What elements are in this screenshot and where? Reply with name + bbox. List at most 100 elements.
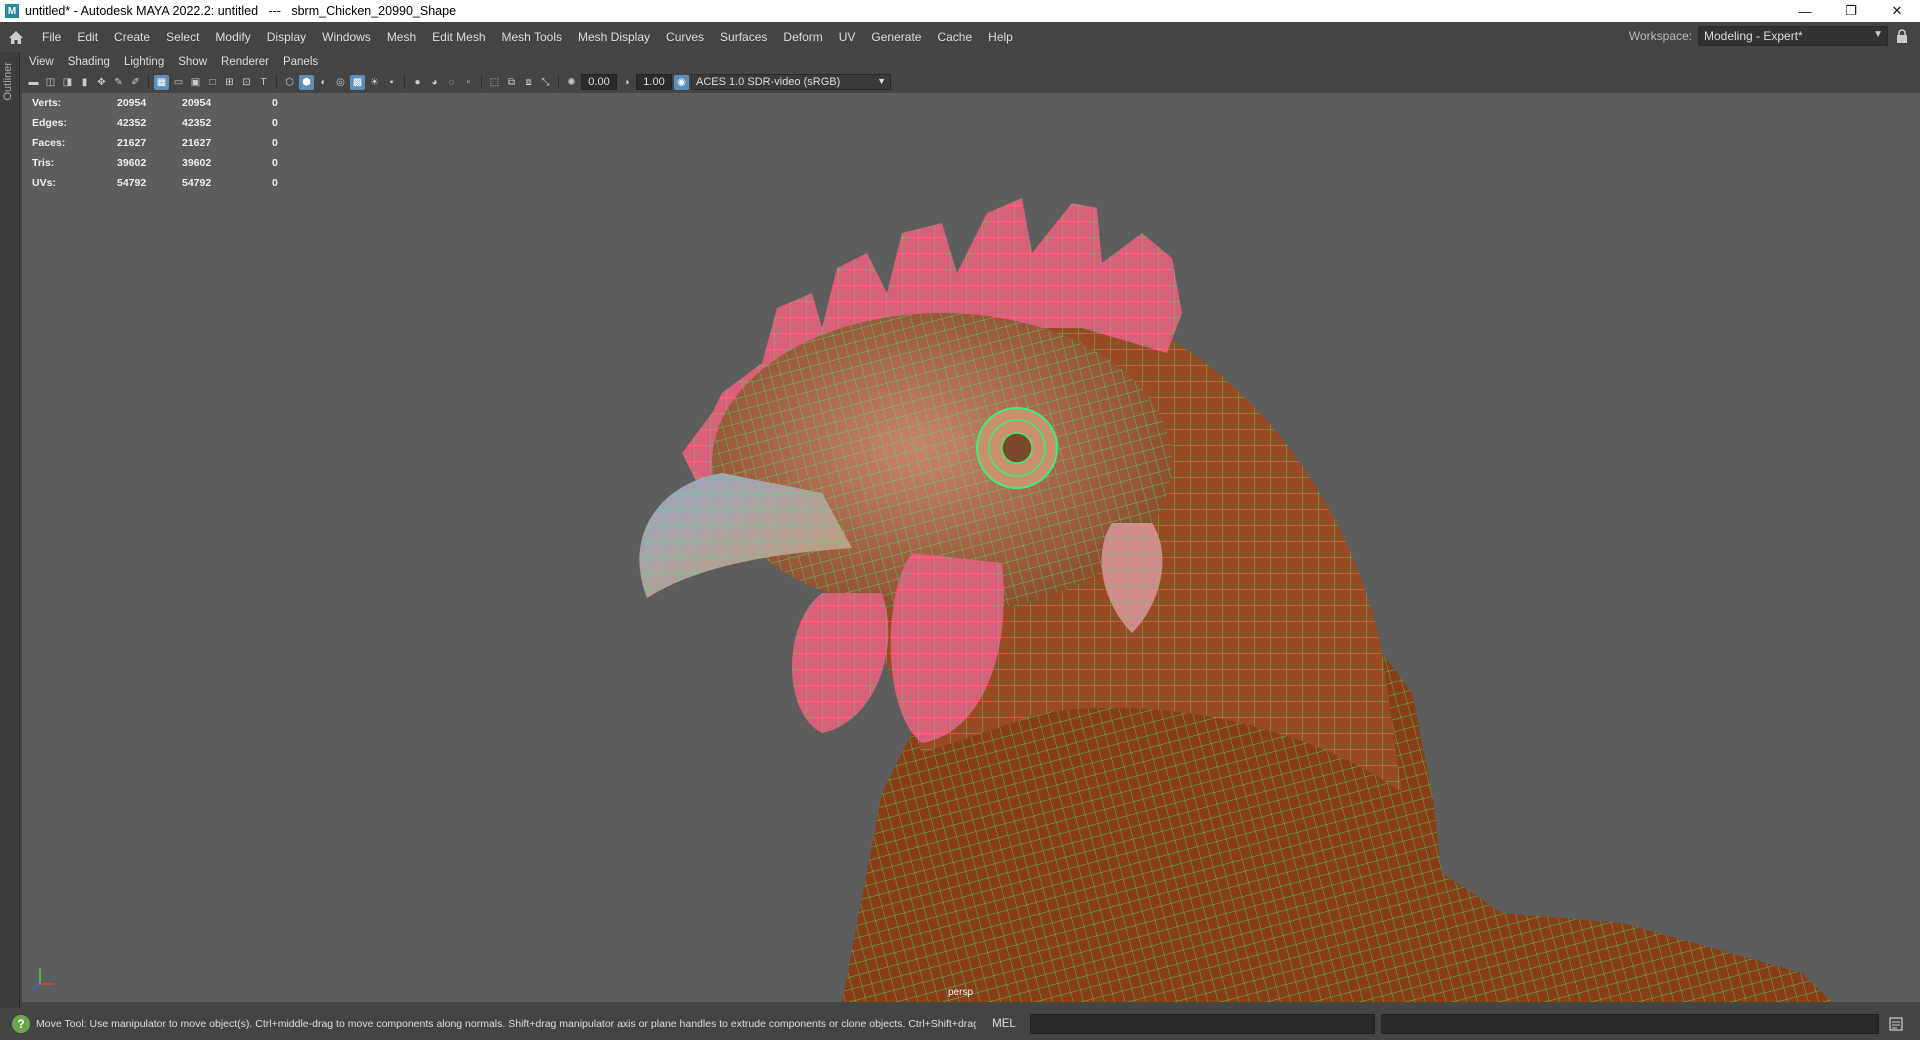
resolution-gate-icon[interactable]: ▣ [188, 75, 203, 90]
menu-create[interactable]: Create [106, 22, 158, 52]
command-result-field [1381, 1014, 1879, 1034]
pencil-icon[interactable]: ✐ [128, 75, 143, 90]
menu-help[interactable]: Help [980, 22, 1021, 52]
panel-menu-renderer[interactable]: Renderer [214, 56, 276, 68]
menu-mesh-display[interactable]: Mesh Display [570, 22, 658, 52]
menu-display[interactable]: Display [259, 22, 314, 52]
use-default-material-icon[interactable]: ◐ [316, 75, 331, 90]
hud-label: Faces: [32, 137, 66, 149]
bookmarks-icon[interactable]: ◨ [60, 75, 75, 90]
use-all-lights-icon[interactable]: ☀ [367, 75, 382, 90]
gamma-field[interactable]: 1.00 [636, 74, 672, 90]
exposure-field[interactable]: 0.00 [581, 74, 617, 90]
menu-edit[interactable]: Edit [69, 22, 106, 52]
lock-icon[interactable] [1894, 27, 1910, 45]
camera-attributes-icon[interactable]: ◫ [43, 75, 58, 90]
view-transform-value: ACES 1.0 SDR-video (sRGB) [696, 76, 841, 88]
menu-edit-mesh[interactable]: Edit Mesh [424, 22, 493, 52]
view-axis-icon [28, 962, 58, 992]
minimize-button[interactable]: — [1782, 0, 1828, 22]
hud-label: Tris: [32, 157, 55, 169]
home-icon[interactable] [6, 28, 26, 46]
toolbar-separator [558, 75, 559, 89]
panel-toolbar: ▬ ◫ ◨ ▮ ✥ ✎ ✐ ▦ ▭ ▣ □ ⊞ ⊡ T ⬡ ⬢ ◐ ◎ ▩ ☀ … [22, 72, 1920, 92]
menu-curves[interactable]: Curves [658, 22, 712, 52]
hud-label: Verts: [32, 97, 62, 109]
hud-value: 20954 [117, 97, 147, 109]
view-transform-dropdown[interactable]: ACES 1.0 SDR-video (sRGB) ▼ [691, 74, 891, 90]
hud-row-faces: Faces: 21627 21627 0 [32, 133, 292, 153]
menu-mesh[interactable]: Mesh [379, 22, 424, 52]
menu-modify[interactable]: Modify [207, 22, 258, 52]
shadows-icon[interactable]: ▪ [384, 75, 399, 90]
grid-icon[interactable]: ▦ [154, 74, 169, 90]
menu-uv[interactable]: UV [831, 22, 864, 52]
hud-value: 54792 [117, 177, 147, 189]
menu-mesh-tools[interactable]: Mesh Tools [494, 22, 570, 52]
toolbar-separator [481, 75, 482, 89]
hud-value: 0 [272, 137, 278, 149]
isolate-select-icon[interactable]: ⬚ [487, 75, 502, 90]
select-camera-icon[interactable]: ▬ [26, 75, 41, 90]
help-line-text: Move Tool: Use manipulator to move objec… [36, 1018, 976, 1030]
help-icon[interactable]: ? [12, 1015, 30, 1033]
menu-file[interactable]: File [34, 22, 69, 52]
hud-value: 39602 [182, 157, 212, 169]
ambient-occlusion-icon[interactable]: ● [410, 75, 425, 90]
menu-generate[interactable]: Generate [863, 22, 929, 52]
hud-value: 21627 [117, 137, 147, 149]
safe-action-icon[interactable]: ⊡ [239, 75, 254, 90]
close-button[interactable]: ✕ [1874, 0, 1920, 22]
perspective-viewport[interactable]: Verts: 20954 20954 0 Edges: 42352 42352 … [22, 93, 1920, 1002]
field-chart-icon[interactable]: ⊞ [222, 75, 237, 90]
color-management-icon[interactable]: ◉ [674, 74, 689, 90]
script-editor-icon[interactable] [1887, 1015, 1905, 1033]
wireframe-on-shaded-icon[interactable]: ◎ [333, 75, 348, 90]
poly-count-hud: Verts: 20954 20954 0 Edges: 42352 42352 … [32, 93, 292, 193]
workspace-selector-group: Workspace: Modeling - Expert* ▼ [1629, 26, 1910, 46]
depth-of-field-icon[interactable]: ▫ [461, 75, 476, 90]
panel-menu-show[interactable]: Show [171, 56, 214, 68]
hud-value: 39602 [117, 157, 147, 169]
panel-menu-panels[interactable]: Panels [276, 56, 325, 68]
hud-value: 0 [272, 97, 278, 109]
film-gate-icon[interactable]: ▭ [171, 75, 186, 90]
multisample-aa-icon[interactable]: ◌ [444, 75, 459, 90]
script-language-toggle[interactable]: MEL [984, 1018, 1024, 1030]
x-ray-joints-icon[interactable]: ⤡ [538, 75, 553, 90]
menu-select[interactable]: Select [158, 22, 207, 52]
outliner-collapsed-strip[interactable]: Outliner [0, 52, 20, 1008]
panel-menu-view[interactable]: View [22, 56, 61, 68]
hud-value: 0 [272, 117, 278, 129]
command-input[interactable] [1030, 1014, 1375, 1034]
gamma-icon[interactable]: ◑ [619, 75, 634, 90]
menu-windows[interactable]: Windows [314, 22, 379, 52]
2d-pan-zoom-icon[interactable]: ✥ [94, 75, 109, 90]
workspace-dropdown[interactable]: Modeling - Expert* ▼ [1698, 26, 1888, 46]
smooth-shade-icon[interactable]: ⬢ [299, 74, 314, 90]
panel-menu-lighting[interactable]: Lighting [117, 56, 171, 68]
hud-row-edges: Edges: 42352 42352 0 [32, 113, 292, 133]
wireframe-icon[interactable]: ⬡ [282, 75, 297, 90]
outliner-label[interactable]: Outliner [2, 62, 14, 101]
image-plane-icon[interactable]: ▮ [77, 75, 92, 90]
grease-pencil-icon[interactable]: ✎ [111, 75, 126, 90]
exposure-icon[interactable]: ✺ [564, 75, 579, 90]
hud-value: 54792 [182, 177, 212, 189]
chevron-down-icon: ▼ [1873, 29, 1883, 40]
title-bar: M untitled* - Autodesk MAYA 2022.2: unti… [0, 0, 1920, 22]
gate-mask-icon[interactable]: □ [205, 75, 220, 90]
chevron-down-icon: ▼ [877, 76, 886, 86]
safe-title-icon[interactable]: T [256, 75, 271, 90]
restore-button[interactable]: ❐ [1828, 0, 1874, 22]
menu-cache[interactable]: Cache [929, 22, 980, 52]
motion-blur-icon[interactable]: ◕ [427, 75, 442, 90]
panel-menu-shading[interactable]: Shading [61, 56, 117, 68]
panel-menu-bar: View Shading Lighting Show Renderer Pane… [22, 52, 1920, 72]
menu-deform[interactable]: Deform [775, 22, 830, 52]
x-ray-active-icon[interactable]: ⧈ [521, 75, 536, 90]
x-ray-icon[interactable]: ⧉ [504, 75, 519, 90]
textured-icon[interactable]: ▩ [350, 74, 365, 90]
menu-surfaces[interactable]: Surfaces [712, 22, 775, 52]
chicken-model-render[interactable] [22, 93, 1920, 1002]
